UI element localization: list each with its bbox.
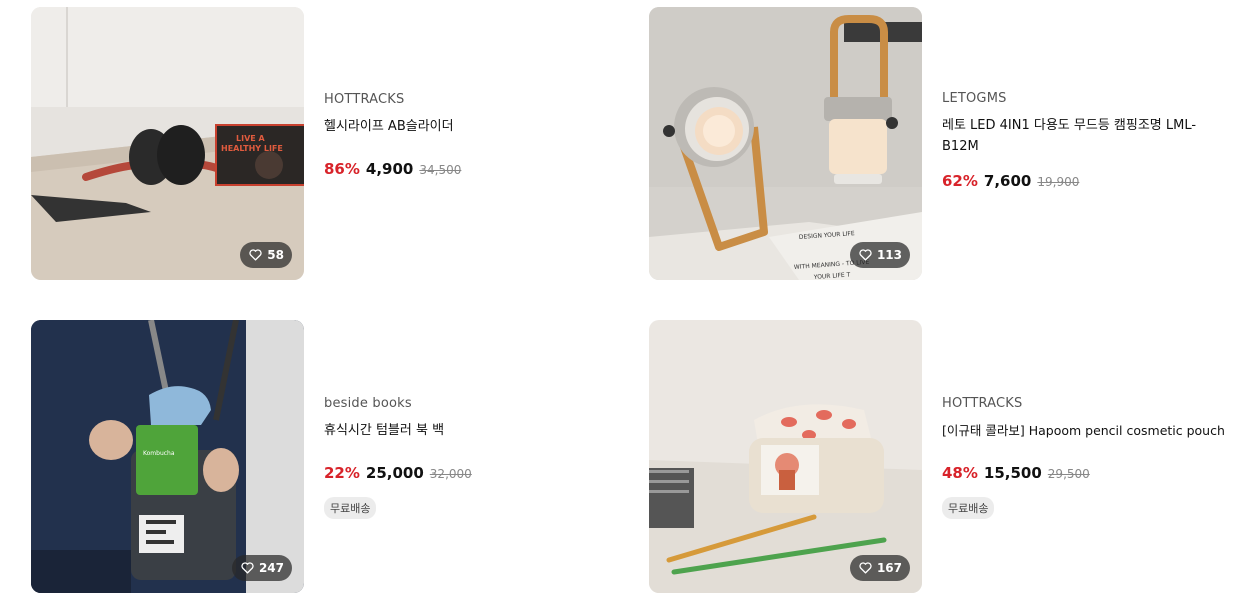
sale-price: 25,000 <box>365 464 424 482</box>
lamp-photo: DESIGN YOUR LIFE WITH MEANING - TO LIVE … <box>649 7 922 280</box>
product-info: beside books 휴식시간 텀블러 북 백 22% 25,000 32,… <box>324 396 624 519</box>
price-row: 86% 4,900 34,500 <box>324 160 624 178</box>
like-button[interactable]: 113 <box>849 242 910 268</box>
svg-text:HEALTHY LIFE: HEALTHY LIFE <box>221 144 283 153</box>
product-image[interactable]: DESIGN YOUR LIFE WITH MEANING - TO LIVE … <box>649 7 922 280</box>
tumbler-bag-photo: Kombucha <box>31 320 304 593</box>
heart-icon <box>241 562 254 574</box>
product-brand[interactable]: HOTTRACKS <box>942 396 1242 411</box>
product-image[interactable]: LIVE A HEALTHY LIFE 58 <box>31 7 304 280</box>
product-grid: LIVE A HEALTHY LIFE 58 HOTTRACKS 헬시라이프 A… <box>0 0 1243 604</box>
original-price: 19,900 <box>1037 175 1080 189</box>
product-card[interactable]: 167 HOTTRACKS [이규태 콜라보] Hapoom pencil co… <box>649 320 1243 593</box>
product-title[interactable]: [이규태 콜라보] Hapoom pencil cosmetic pouch <box>942 420 1242 441</box>
product-info: HOTTRACKS [이규태 콜라보] Hapoom pencil cosmet… <box>942 396 1242 519</box>
price-row: 48% 15,500 29,500 <box>942 464 1242 482</box>
sale-price: 15,500 <box>983 464 1042 482</box>
sale-price: 4,900 <box>365 160 414 178</box>
product-card[interactable]: DESIGN YOUR LIFE WITH MEANING - TO LIVE … <box>649 7 1243 280</box>
product-image[interactable]: 167 <box>649 320 922 593</box>
price-row: 22% 25,000 32,000 <box>324 464 624 482</box>
like-count: 247 <box>258 561 284 575</box>
like-button[interactable]: 167 <box>849 555 910 581</box>
heart-icon <box>859 249 872 261</box>
heart-icon <box>249 249 262 261</box>
product-image[interactable]: Kombucha 247 <box>31 320 304 593</box>
ab-slider-photo: LIVE A HEALTHY LIFE <box>31 7 304 280</box>
product-title[interactable]: 레토 LED 4IN1 다용도 무드등 캠핑조명 LML-B12M <box>942 115 1232 157</box>
free-shipping-badge: 무료배송 <box>942 497 995 519</box>
product-title[interactable]: 헬시라이프 AB슬라이더 <box>324 116 624 137</box>
like-count: 167 <box>876 561 902 575</box>
product-info: LETOGMS 레토 LED 4IN1 다용도 무드등 캠핑조명 LML-B12… <box>942 91 1232 190</box>
discount-rate: 48% <box>942 464 978 482</box>
pencil-pouch-photo <box>649 320 922 593</box>
product-card[interactable]: Kombucha 247 beside books 휴식시간 텀블러 북 백 2… <box>31 320 631 593</box>
product-brand[interactable]: LETOGMS <box>942 91 1232 106</box>
original-price: 34,500 <box>419 163 462 177</box>
discount-rate: 22% <box>324 464 360 482</box>
product-brand[interactable]: beside books <box>324 396 624 411</box>
product-info: HOTTRACKS 헬시라이프 AB슬라이더 86% 4,900 34,500 <box>324 92 624 178</box>
product-card[interactable]: LIVE A HEALTHY LIFE 58 HOTTRACKS 헬시라이프 A… <box>31 7 631 280</box>
original-price: 29,500 <box>1047 467 1090 481</box>
like-count: 58 <box>267 248 284 262</box>
like-button[interactable]: 58 <box>240 242 292 268</box>
like-button[interactable]: 247 <box>231 555 292 581</box>
svg-text:YOUR LIFE T: YOUR LIFE T <box>813 271 851 280</box>
free-shipping-badge: 무료배송 <box>324 497 377 519</box>
svg-text:Kombucha: Kombucha <box>143 450 175 457</box>
like-count: 113 <box>876 248 902 262</box>
discount-rate: 62% <box>942 172 978 190</box>
original-price: 32,000 <box>429 467 472 481</box>
product-brand[interactable]: HOTTRACKS <box>324 92 624 107</box>
sale-price: 7,600 <box>983 172 1032 190</box>
product-title[interactable]: 휴식시간 텀블러 북 백 <box>324 420 624 441</box>
discount-rate: 86% <box>324 160 360 178</box>
price-row: 62% 7,600 19,900 <box>942 172 1232 190</box>
heart-icon <box>859 562 872 574</box>
svg-text:LIVE A: LIVE A <box>236 134 266 143</box>
